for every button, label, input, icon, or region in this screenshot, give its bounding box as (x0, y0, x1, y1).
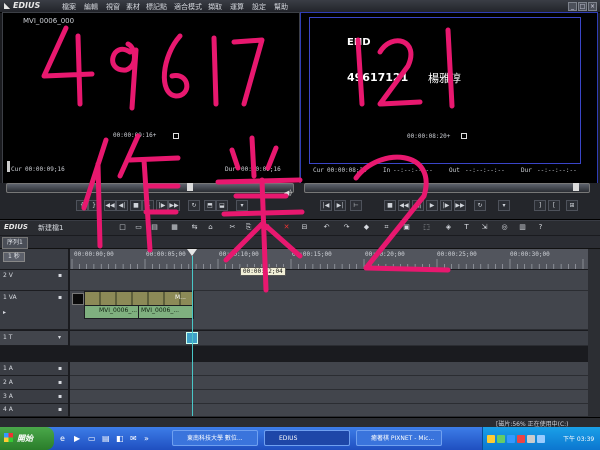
windows-logo-icon (4, 433, 13, 442)
start-label: 開始 (17, 434, 33, 443)
stroke-digit-1b (355, 37, 365, 107)
stroke-digit-7 (231, 37, 265, 107)
stroke-digit-6 (161, 33, 190, 99)
quicklaunch-app-icon[interactable]: ◧ (116, 434, 124, 443)
system-tray: 下午 03:39 (482, 427, 600, 450)
start-button[interactable]: 開始 (0, 427, 54, 450)
quicklaunch-mail-icon[interactable]: ✉ (130, 434, 137, 443)
tray-icon[interactable] (487, 435, 495, 443)
tray-icon[interactable] (517, 435, 525, 443)
stroke-digit-1 (211, 35, 219, 107)
clock: 下午 03:39 (563, 436, 595, 443)
network-icon[interactable] (537, 435, 545, 443)
tray-icon[interactable] (497, 435, 505, 443)
stroke-char-ye (215, 135, 305, 293)
quicklaunch-media-icon[interactable]: ▶ (74, 434, 80, 443)
quicklaunch-ie-icon[interactable]: e (60, 434, 65, 443)
taskbar: 開始 e ▶ ▭ ▤ ◧ ✉ » 東南科技大學 數位... EDIUS 癒著棋 … (0, 427, 600, 450)
task-button-pixnet[interactable]: 癒著棋 PIXNET - Mic... (356, 430, 442, 446)
tray-icon[interactable] (507, 435, 515, 443)
quicklaunch-desktop-icon[interactable]: ▭ (88, 434, 96, 443)
stroke-digit-2b (353, 154, 451, 273)
task-button-browser[interactable]: 東南科技大學 數位... (172, 430, 258, 446)
stroke-char-zuo (81, 133, 181, 253)
quicklaunch-folder-icon[interactable]: ▤ (102, 434, 110, 443)
stroke-digit-4 (41, 25, 95, 107)
stroke-digit-1c (445, 27, 455, 109)
annotation-strokes (41, 25, 455, 293)
volume-icon[interactable] (527, 435, 535, 443)
stroke-digit-2 (377, 38, 423, 107)
quicklaunch-more-icon[interactable]: » (144, 434, 149, 443)
task-button-edius[interactable]: EDIUS (264, 430, 350, 446)
handwritten-annotation (41, 25, 455, 293)
stroke-digit-9 (110, 41, 139, 111)
